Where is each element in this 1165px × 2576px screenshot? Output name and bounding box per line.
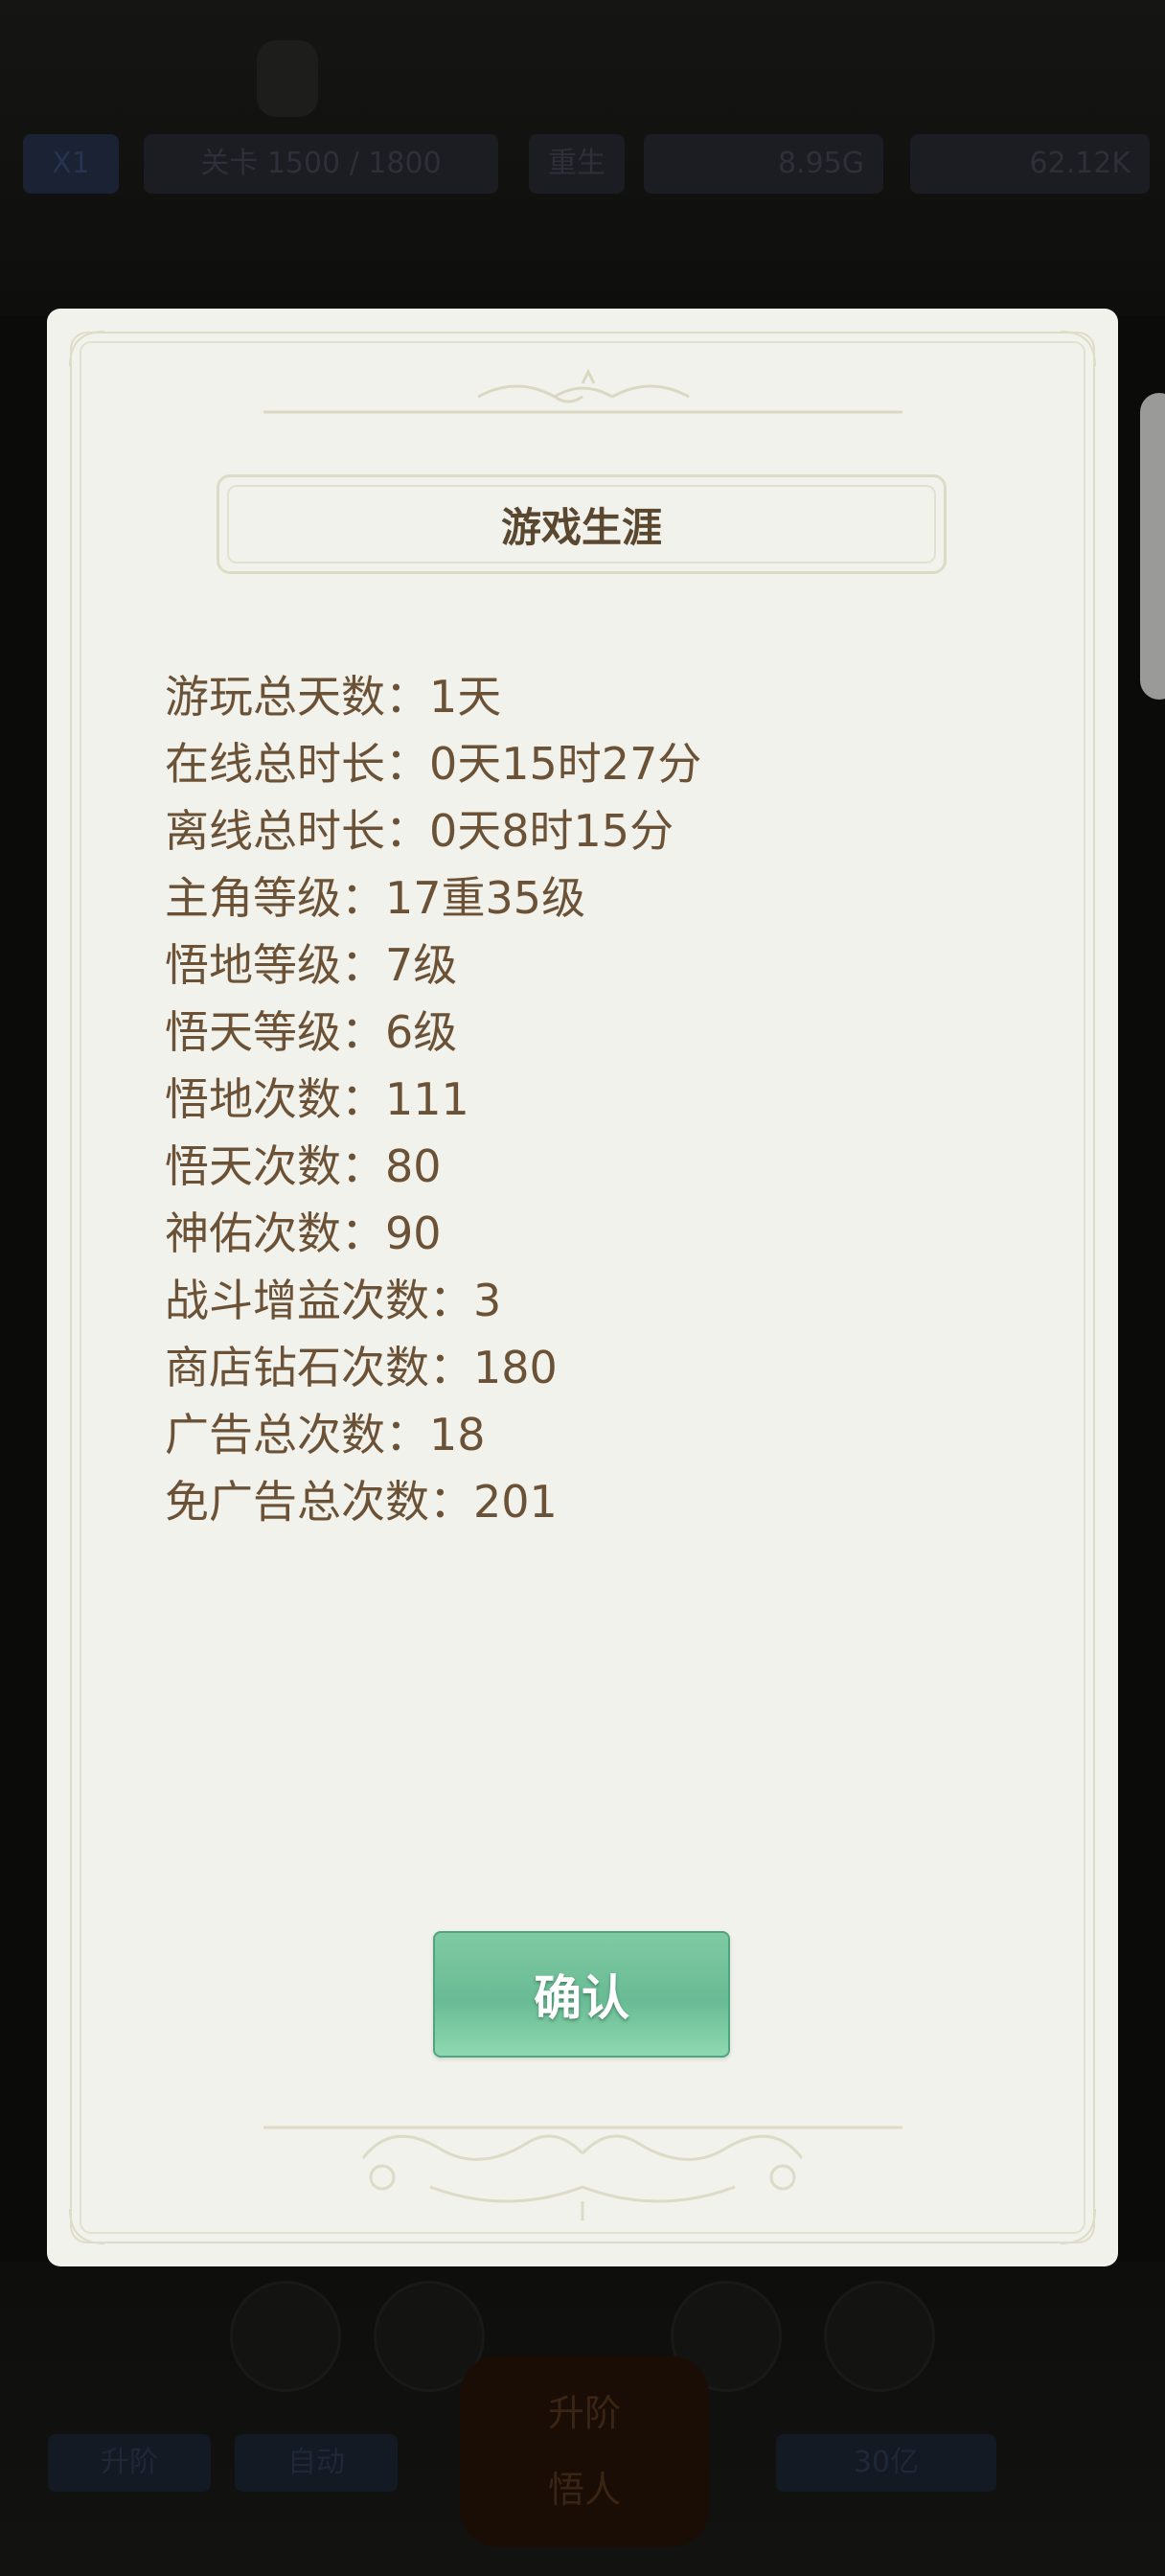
- stage-chip: 关卡 1500 / 1800: [144, 134, 498, 194]
- stat-value: 6级: [385, 1006, 458, 1058]
- hero-slot: [824, 2281, 935, 2392]
- stat-separator: ：: [385, 738, 429, 790]
- stat-label: 游玩总天数: [165, 671, 385, 723]
- stat-separator: ：: [341, 1140, 385, 1192]
- stat-separator: ：: [385, 671, 429, 723]
- stat-row: 在线总时长：0天15时27分: [165, 730, 1027, 797]
- stat-row: 免广告总次数：201: [165, 1468, 1027, 1535]
- cost-button: 30亿: [776, 2434, 996, 2492]
- dialog-title-box: 游戏生涯: [217, 474, 947, 574]
- promote-subtitle: 悟人: [547, 2469, 621, 2511]
- career-dialog: 游戏生涯 游玩总天数：1天 在线总时长：0天15时27分 离线总时长：0天8时15分…: [47, 309, 1118, 2266]
- stat-value: 0天15时27分: [429, 738, 702, 790]
- background-hud: X1 关卡 1500 / 1800 重生 8.95G 62.12K: [0, 0, 1165, 316]
- stat-separator: ：: [385, 805, 429, 857]
- stat-separator: ：: [385, 1409, 429, 1460]
- stat-value: 0天8时15分: [429, 805, 674, 857]
- bottom-ornament-icon: [263, 2126, 902, 2220]
- stat-value: 111: [385, 1073, 469, 1125]
- stat-separator: ：: [341, 1006, 385, 1058]
- side-panel-handle: [1140, 393, 1165, 700]
- stat-row: 主角等级：17重35级: [165, 864, 1027, 932]
- stat-label: 悟天等级: [165, 1006, 341, 1058]
- stat-value: 201: [473, 1476, 558, 1528]
- stat-separator: ：: [341, 1073, 385, 1125]
- stat-row: 悟天等级：6级: [165, 999, 1027, 1066]
- promote-button-bg: 升阶 悟人: [460, 2356, 709, 2547]
- stat-value: 180: [473, 1342, 558, 1393]
- stat-label: 广告总次数: [165, 1409, 385, 1460]
- top-ornament-icon: [263, 368, 902, 414]
- rebirth-chip: 重生: [529, 134, 625, 194]
- stat-label: 战斗增益次数: [165, 1275, 429, 1326]
- stat-row: 游玩总天数：1天: [165, 663, 1027, 730]
- gold-chip: 8.95G: [644, 134, 883, 194]
- stat-label: 悟天次数: [165, 1140, 341, 1192]
- stat-separator: ：: [429, 1275, 473, 1326]
- stats-list: 游玩总天数：1天 在线总时长：0天15时27分 离线总时长：0天8时15分 主角等级：…: [165, 663, 1027, 1535]
- stat-row: 离线总时长：0天8时15分: [165, 797, 1027, 864]
- stat-label: 悟地次数: [165, 1073, 341, 1125]
- stat-label: 免广告总次数: [165, 1476, 429, 1528]
- stat-label: 商店钻石次数: [165, 1342, 429, 1393]
- stat-value: 90: [385, 1208, 442, 1259]
- stat-separator: ：: [341, 872, 385, 924]
- stat-row: 悟地次数：111: [165, 1066, 1027, 1133]
- speed-chip: X1: [23, 134, 119, 194]
- stat-separator: ：: [341, 939, 385, 991]
- stat-row: 神佑次数：90: [165, 1200, 1027, 1267]
- stat-separator: ：: [429, 1476, 473, 1528]
- stat-row: 商店钻石次数：180: [165, 1334, 1027, 1401]
- player-avatar: [257, 40, 318, 117]
- stat-value: 17重35级: [385, 872, 586, 924]
- stat-value: 3: [473, 1275, 502, 1326]
- confirm-button-label: 确认: [534, 1970, 629, 2026]
- stat-value: 1天: [429, 671, 502, 723]
- auto-button: 自动: [235, 2434, 398, 2492]
- dialog-title: 游戏生涯: [500, 503, 662, 551]
- stat-label: 主角等级: [165, 872, 341, 924]
- stat-label: 在线总时长: [165, 738, 385, 790]
- hero-slot: [230, 2281, 341, 2392]
- stat-row: 悟天次数：80: [165, 1133, 1027, 1200]
- stat-value: 80: [385, 1140, 442, 1192]
- promote-title: 升阶: [547, 2392, 621, 2434]
- stat-row: 广告总次数：18: [165, 1401, 1027, 1468]
- stat-row: 战斗增益次数：3: [165, 1267, 1027, 1334]
- gem-chip: 62.12K: [910, 134, 1150, 194]
- upgrade-button: 升阶: [48, 2434, 211, 2492]
- stat-value: 7级: [385, 939, 458, 991]
- confirm-button[interactable]: 确认: [433, 1931, 730, 2058]
- stat-value: 18: [429, 1409, 486, 1460]
- stat-row: 悟地等级：7级: [165, 932, 1027, 999]
- stat-label: 离线总时长: [165, 805, 385, 857]
- stat-label: 悟地等级: [165, 939, 341, 991]
- stat-label: 神佑次数: [165, 1208, 341, 1259]
- stat-separator: ：: [341, 1208, 385, 1259]
- stat-separator: ：: [429, 1342, 473, 1393]
